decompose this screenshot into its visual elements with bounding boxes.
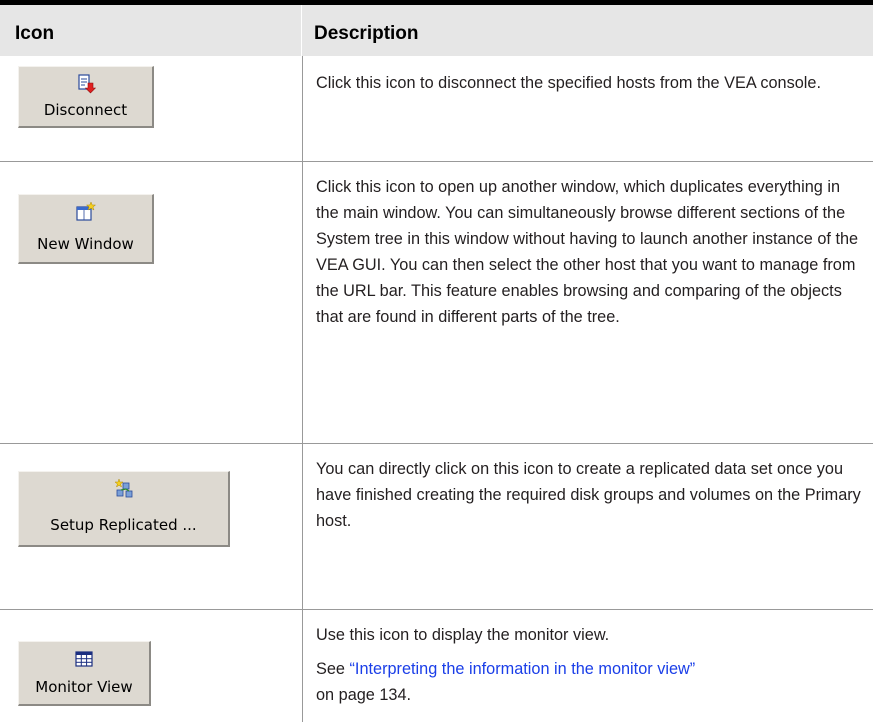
description-cell: Click this icon to disconnect the specif… xyxy=(316,70,861,96)
description-cell: Use this icon to display the monitor vie… xyxy=(316,622,861,708)
header-icon-column: Icon xyxy=(15,23,55,44)
description-text: You can directly click on this icon to c… xyxy=(316,460,861,530)
disconnect-button-label: Disconnect xyxy=(43,101,128,119)
description-text: Click this icon to disconnect the specif… xyxy=(316,74,821,92)
page-reference: on page 134. xyxy=(316,686,412,704)
description-text: Use this icon to display the monitor vie… xyxy=(316,626,610,644)
see-prefix: See xyxy=(316,660,350,678)
row-divider xyxy=(0,161,873,162)
icon-description-table: Icon Description Disconnect Click this i… xyxy=(0,0,873,722)
row-divider xyxy=(0,443,873,444)
setup-replicated-button[interactable]: Setup Replicated ... xyxy=(18,471,230,547)
row-divider xyxy=(0,609,873,610)
disconnect-button[interactable]: Disconnect xyxy=(18,66,154,128)
table-header-row: Icon Description xyxy=(0,5,873,56)
description-cell: Click this icon to open up another windo… xyxy=(316,174,861,330)
monitor-view-icon xyxy=(75,651,93,667)
cross-reference-link[interactable]: “Interpreting the information in the mon… xyxy=(350,660,696,678)
see-also-paragraph: See “Interpreting the information in the… xyxy=(316,656,861,708)
column-divider xyxy=(302,56,303,722)
new-window-icon xyxy=(75,202,96,221)
new-window-button[interactable]: New Window xyxy=(18,194,154,264)
disconnect-icon xyxy=(77,74,96,94)
setup-replicated-button-label: Setup Replicated ... xyxy=(50,516,197,534)
monitor-view-button[interactable]: Monitor View xyxy=(18,641,151,706)
setup-replicated-icon xyxy=(113,479,132,498)
description-text: Click this icon to open up another windo… xyxy=(316,178,859,326)
header-column-separator xyxy=(301,5,302,56)
new-window-button-label: New Window xyxy=(37,235,134,253)
header-description-column: Description xyxy=(314,23,419,44)
monitor-view-button-label: Monitor View xyxy=(35,678,133,696)
description-cell: You can directly click on this icon to c… xyxy=(316,456,861,534)
